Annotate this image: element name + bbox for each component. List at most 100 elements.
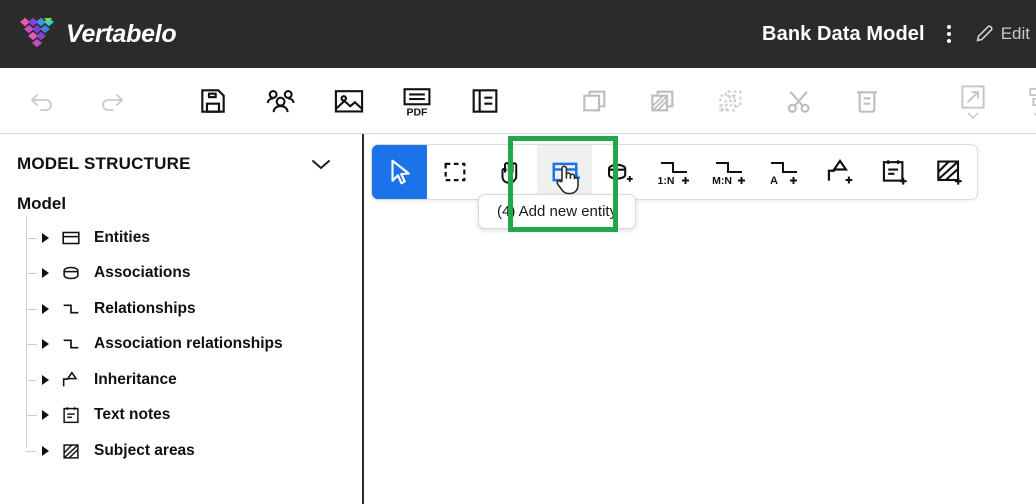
diagram-canvas[interactable]: 1:N M:N A (4) Add new entity [366, 134, 1036, 504]
model-structure-sidebar: MODEL STRUCTURE Model Entities Associati… [0, 134, 364, 504]
toolbar-group-arrange [928, 68, 1036, 133]
relationship-a-icon: A [770, 162, 797, 187]
save-button[interactable] [186, 75, 240, 127]
add-association-tool[interactable] [592, 145, 647, 199]
align-vertical-button[interactable] [1012, 75, 1036, 127]
resize-button[interactable] [946, 75, 1000, 127]
model-structure-tree: Entities Associations Relationships Asso… [0, 216, 362, 469]
delete-button[interactable] [840, 75, 894, 127]
triangle-right-icon[interactable] [38, 374, 52, 385]
sidebar-item-label: Entities [94, 228, 150, 246]
add-one-to-many-tool[interactable]: 1:N [647, 145, 702, 199]
triangle-right-icon[interactable] [38, 445, 52, 456]
image-icon [334, 89, 364, 113]
undo-button[interactable] [16, 75, 70, 127]
scissors-icon [787, 90, 810, 113]
trash-icon [857, 90, 877, 113]
redo-button[interactable] [84, 75, 138, 127]
document-title: Bank Data Model [762, 22, 925, 45]
edit-label: Edit [1000, 24, 1030, 43]
entity-icon [58, 227, 84, 249]
paste-button[interactable] [636, 75, 690, 127]
chevron-down-icon [967, 112, 979, 119]
export-image-button[interactable] [322, 75, 376, 127]
sidebar-item-relationships[interactable]: Relationships [0, 291, 362, 327]
add-text-note-tool[interactable] [867, 145, 922, 199]
add-subject-area-tool[interactable] [922, 145, 977, 199]
svg-text:M:N: M:N [712, 175, 732, 187]
add-entity-tool[interactable] [537, 145, 592, 199]
svg-text:1:N: 1:N [657, 175, 674, 187]
pan-tool[interactable] [482, 145, 537, 199]
sidebar-item-entities[interactable]: Entities [0, 220, 362, 256]
copy-icon [583, 90, 606, 111]
documentation-button[interactable] [458, 75, 512, 127]
sidebar-item-subject-areas[interactable]: Subject areas [0, 433, 362, 469]
triangle-right-icon[interactable] [38, 232, 52, 243]
sidebar-item-inheritance[interactable]: Inheritance [0, 362, 362, 398]
paste-special-button[interactable] [704, 75, 758, 127]
sidebar-item-text-notes[interactable]: Text notes [0, 398, 362, 434]
pdf-icon: PDF [403, 87, 431, 118]
edit-button[interactable]: Edit [973, 23, 1030, 45]
app-header: Vertabelo Bank Data Model Edit [0, 0, 1036, 68]
toolbar-group-file: PDF [166, 68, 512, 133]
cursor-arrow-icon [390, 159, 410, 185]
save-floppy-icon [201, 88, 225, 113]
canvas-toolbar: 1:N M:N A [371, 144, 978, 200]
resize-icon [961, 84, 985, 109]
align-vertical-icon [1029, 87, 1036, 106]
add-inheritance-icon [827, 158, 852, 184]
svg-text:PDF: PDF [407, 107, 428, 118]
export-pdf-button[interactable]: PDF [390, 75, 444, 127]
undo-icon [30, 93, 52, 111]
sidebar-item-associations[interactable]: Associations [0, 256, 362, 292]
triangle-right-icon[interactable] [38, 339, 52, 350]
people-icon [266, 89, 295, 112]
add-subject-area-icon [936, 160, 962, 185]
chevron-down-icon[interactable] [304, 152, 338, 176]
add-entity-icon [552, 162, 580, 182]
svg-text:A: A [770, 175, 778, 187]
vertabelo-modeler-window: Vertabelo Bank Data Model Edit PDF MODEL… [0, 0, 1036, 504]
triangle-right-icon[interactable] [38, 303, 52, 314]
sidebar-header[interactable]: MODEL STRUCTURE [0, 134, 362, 182]
marquee-select-tool[interactable] [427, 145, 482, 199]
association-icon [58, 262, 84, 284]
relationship-icon [58, 333, 84, 355]
paste-icon [651, 90, 674, 111]
header-actions: Bank Data Model Edit [762, 22, 1030, 46]
triangle-right-icon[interactable] [38, 410, 52, 421]
select-tool[interactable] [372, 145, 427, 199]
hand-icon [501, 160, 517, 184]
add-many-to-many-tool[interactable]: M:N [702, 145, 757, 199]
triangle-right-icon[interactable] [38, 268, 52, 279]
dashed-rectangle-icon [444, 162, 465, 182]
share-button[interactable] [254, 75, 308, 127]
chevron-down-icon [1033, 112, 1036, 116]
sidebar-item-label: Subject areas [94, 441, 195, 459]
more-vertical-icon[interactable] [939, 22, 959, 46]
copy-button[interactable] [568, 75, 622, 127]
relationship-icon [58, 298, 84, 320]
subject-area-icon [58, 440, 84, 462]
pencil-icon [976, 25, 993, 42]
sidebar-title: MODEL STRUCTURE [17, 154, 191, 173]
add-inheritance-tool[interactable] [812, 145, 867, 199]
tree-root-label: Model [17, 194, 67, 213]
vertabelo-logo-icon [20, 17, 54, 48]
tooltip: (4) Add new entity [478, 194, 637, 229]
note-icon [58, 404, 84, 426]
inheritance-icon [58, 369, 84, 391]
sidebar-item-label: Relationships [94, 299, 196, 317]
toolbar-group-history [0, 68, 138, 133]
add-association-relationship-tool[interactable]: A [757, 145, 812, 199]
sidebar-item-label: Associations [94, 264, 191, 282]
toolbar-group-clipboard [548, 68, 894, 133]
sidebar-item-association-relationships[interactable]: Association relationships [0, 327, 362, 363]
brand[interactable]: Vertabelo [18, 17, 177, 51]
relationship-mn-icon: M:N [712, 162, 745, 187]
book-icon [472, 88, 498, 113]
cut-button[interactable] [772, 75, 826, 127]
sidebar-item-label: Association relationships [94, 335, 283, 353]
